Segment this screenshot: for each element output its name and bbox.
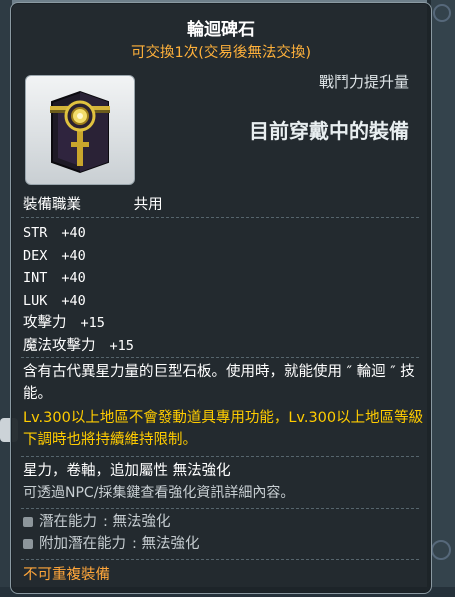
item-name: 輪迴碑石 — [187, 20, 255, 40]
stat-value: +40 — [61, 225, 86, 241]
stat-value: +15 — [109, 337, 134, 354]
additional-potential-row: 附加潛在能力 : 無法強化 — [23, 533, 200, 555]
job-value: 共用 — [133, 197, 163, 213]
stat-row: STR +40 — [23, 222, 134, 245]
stat-value: +40 — [61, 247, 86, 264]
additional-potential-value: : 無法強化 — [132, 536, 200, 552]
additional-potential-label: 附加潛在能力 — [39, 536, 126, 552]
item-tooltip: 輪迴碑石 可交換1次(交易後無法交換) 戰鬥力提升量 目前穿戴中的裝備 裝備職業… — [10, 2, 432, 594]
divider — [21, 508, 419, 510]
stat-row: INT +40 — [23, 267, 134, 290]
potential-value: : 無法強化 — [103, 514, 171, 530]
stat-name: 攻擊力 — [23, 315, 67, 332]
stat-row: 魔法攻擊力 +15 — [23, 335, 134, 358]
background-right-edge — [431, 0, 455, 597]
stat-name: STR — [23, 225, 48, 241]
stat-name: LUK — [23, 292, 48, 309]
stat-value: +15 — [80, 315, 105, 332]
stat-value: +40 — [61, 292, 86, 309]
level-restriction-note: Lv.300以上地區不會發動道具專用功能，Lv.300以上地區等級下調時也將持續… — [23, 410, 424, 448]
stat-name: DEX — [23, 247, 48, 264]
divider — [21, 357, 419, 359]
divider — [21, 559, 419, 561]
power-increase-label: 戰鬥力提升量 — [318, 73, 409, 91]
potential-grade-icon — [23, 517, 33, 527]
enhancement-status: 星力，卷軸，追加屬性 無法強化 — [23, 463, 231, 479]
stat-row: LUK +40 — [23, 290, 134, 313]
additional-potential-grade-icon — [23, 539, 33, 549]
rebirth-stone-icon — [50, 90, 110, 174]
currently-equipped-label: 目前穿戴中的裝備 — [249, 119, 409, 143]
item-icon-frame — [25, 75, 135, 185]
potential-row: 潛在能力 : 無法強化 — [23, 511, 171, 533]
divider — [21, 456, 419, 458]
unique-equip-label: 不可重複裝備 — [23, 567, 110, 583]
trade-info: 可交換1次(交易後無法交換) — [130, 45, 312, 61]
job-row: 裝備職業 共用 — [23, 193, 163, 214]
divider — [21, 217, 419, 219]
stat-row: DEX +40 — [23, 245, 134, 268]
enhancement-hint: 可透過NPC/採集鍵查看強化資訊詳細內容。 — [23, 485, 295, 501]
background-deco-icon — [433, 4, 451, 22]
potential-label: 潛在能力 — [39, 514, 97, 530]
background-deco-icon — [431, 540, 451, 560]
item-description: 含有古代異星力量的巨型石板。使用時，就能使用 ″ 輪迴 ″ 技能。 — [23, 364, 415, 402]
stat-name: INT — [23, 270, 48, 287]
stat-list: STR +40 DEX +40 INT +40 LUK +40 攻擊力 +15 魔法攻擊力… — [23, 222, 134, 358]
job-label: 裝備職業 — [23, 197, 81, 213]
stat-row: 攻擊力 +15 — [23, 312, 134, 335]
stat-name: 魔法攻擊力 — [23, 337, 96, 354]
stat-value: +40 — [61, 270, 86, 287]
